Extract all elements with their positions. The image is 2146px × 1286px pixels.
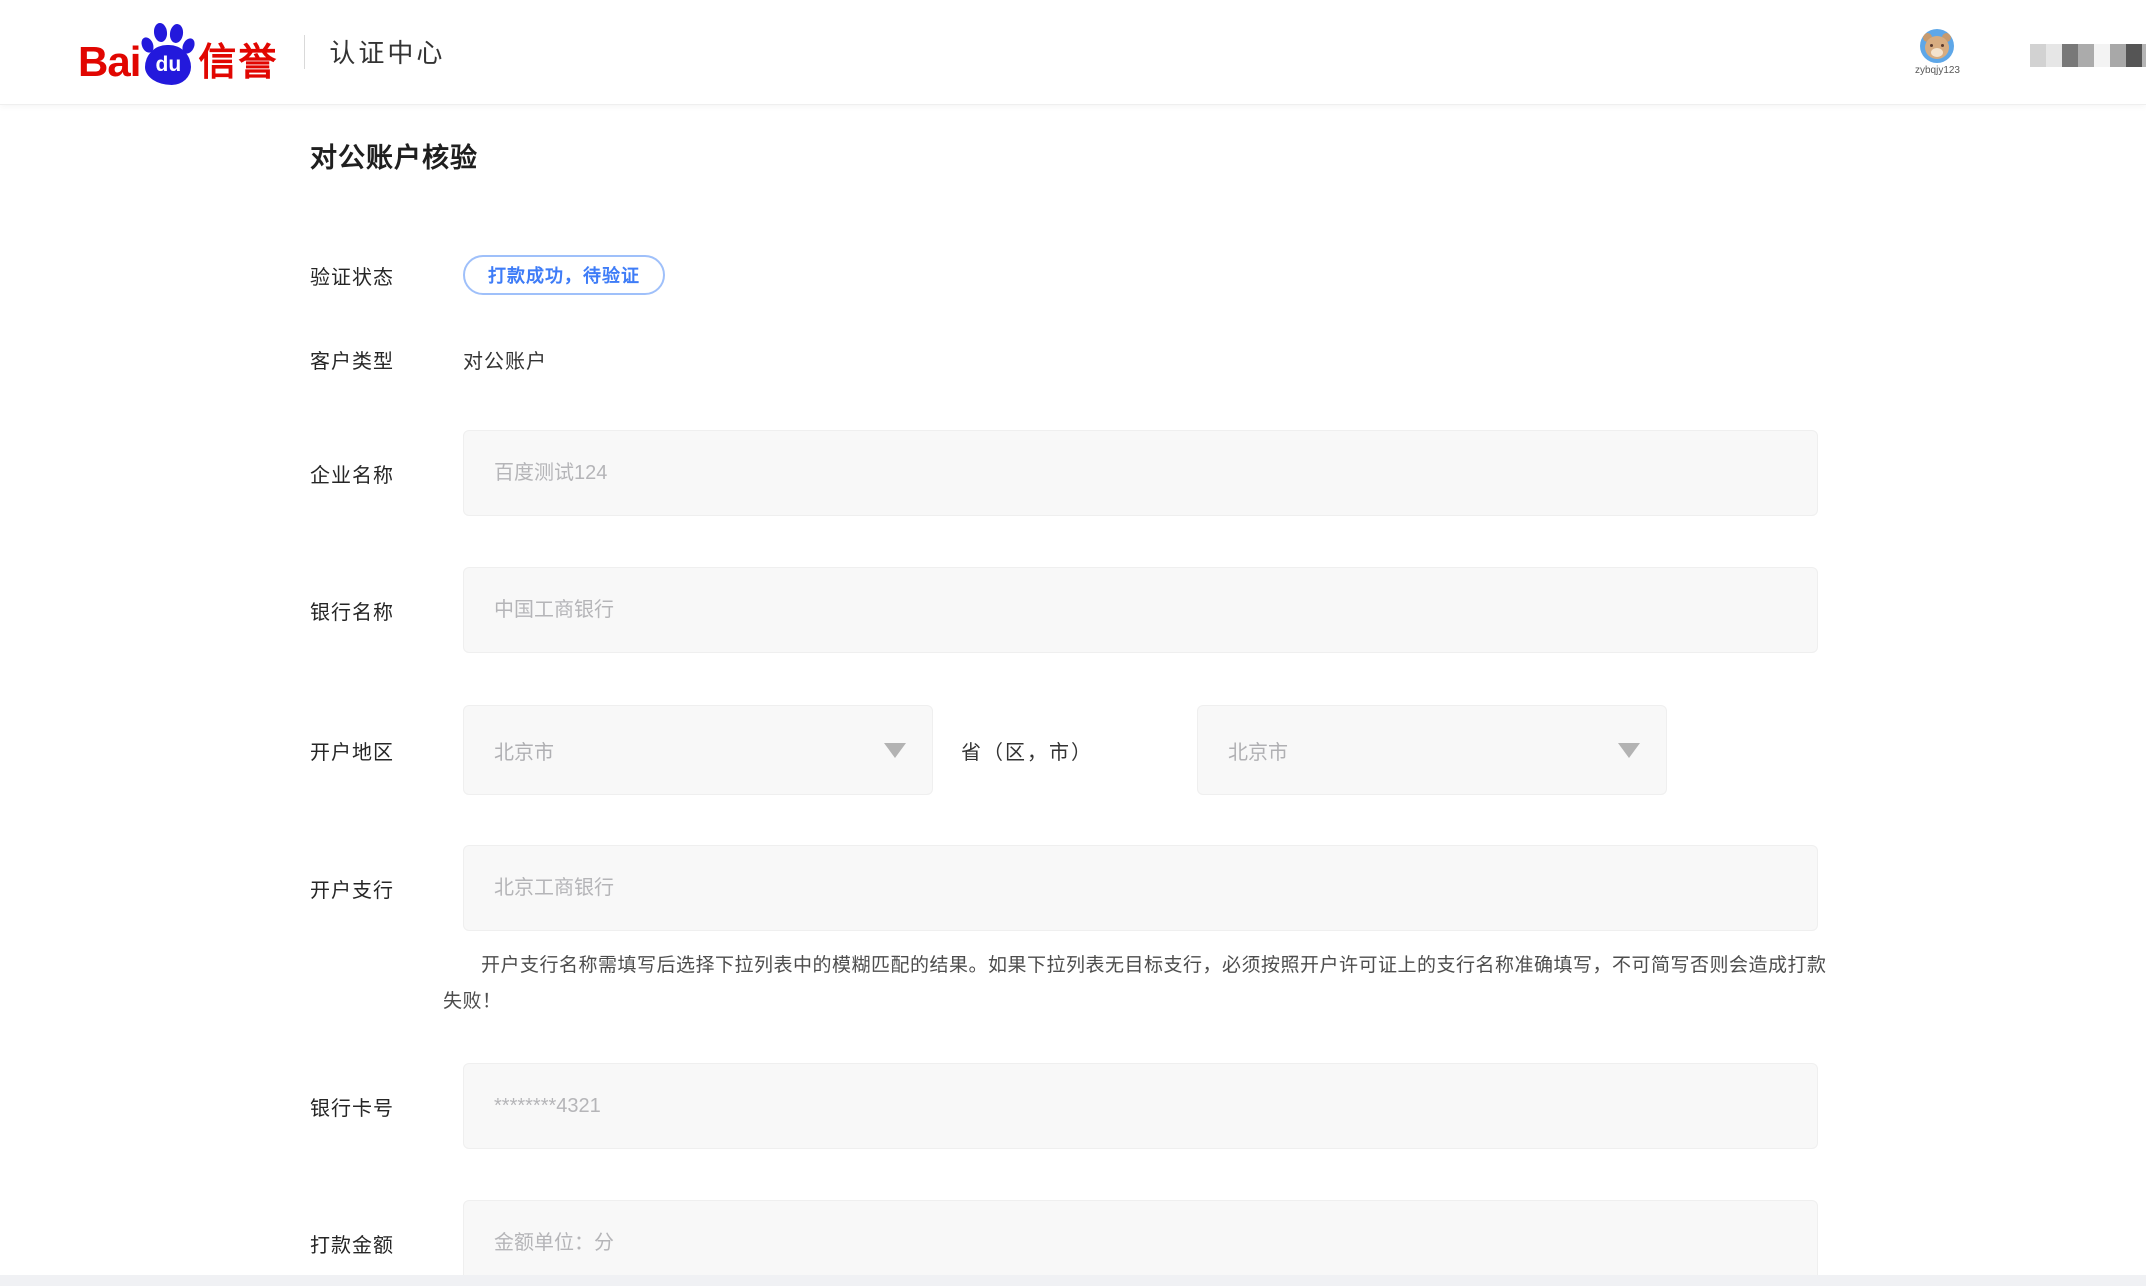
company-name-input[interactable] — [463, 430, 1818, 516]
verify-status-row: 验证状态 打款成功，待验证 — [310, 255, 2146, 295]
header: Bai du 信誉 认证中心 zybqjy123 — [0, 0, 2146, 105]
header-divider — [304, 35, 305, 69]
customer-type-value: 对公账户 — [463, 345, 547, 374]
status-badge: 打款成功，待验证 — [463, 255, 665, 295]
bank-region-label: 开户地区 — [310, 736, 463, 765]
province-select-value: 北京市 — [494, 736, 554, 765]
city-select[interactable]: 北京市 — [1197, 705, 1667, 795]
app-title: 认证中心 — [329, 33, 445, 72]
region-suffix-label: 省（区，市） — [961, 736, 1093, 765]
bank-name-label: 银行名称 — [310, 596, 463, 625]
payment-amount-row: 打款金额 — [310, 1200, 2146, 1286]
verify-status-label: 验证状态 — [310, 261, 463, 290]
payment-amount-label: 打款金额 — [310, 1229, 463, 1258]
branch-hint-text: 开户支行名称需填写后选择下拉列表中的模糊匹配的结果。如果下拉列表无目标支行，必须… — [443, 948, 1833, 1020]
card-number-label: 银行卡号 — [310, 1092, 463, 1121]
card-number-row: 银行卡号 — [310, 1063, 2146, 1149]
bank-region-row: 开户地区 北京市 省（区，市） 北京市 — [310, 705, 2146, 795]
payment-amount-input[interactable] — [463, 1200, 1818, 1286]
header-user-area: zybqjy123 — [1915, 0, 1960, 105]
city-select-value: 北京市 — [1228, 736, 1288, 765]
redacted-user-text — [2030, 44, 2146, 67]
logo-text-xinyu: 信誉 — [198, 44, 278, 85]
company-name-label: 企业名称 — [310, 459, 463, 488]
bank-name-row: 银行名称 — [310, 567, 2146, 653]
bank-name-input[interactable] — [463, 567, 1818, 653]
bank-branch-label: 开户支行 — [310, 874, 463, 903]
bear-avatar-icon[interactable] — [1920, 29, 1954, 63]
customer-type-label: 客户类型 — [310, 345, 463, 374]
logo-text-bai: Bai — [78, 41, 140, 85]
page-title: 对公账户核验 — [310, 141, 2146, 175]
username: zybqjy123 — [1915, 65, 1960, 76]
card-number-input[interactable] — [463, 1063, 1818, 1149]
customer-type-row: 客户类型 对公账户 — [310, 345, 2146, 373]
province-select[interactable]: 北京市 — [463, 705, 933, 795]
bank-branch-row: 开户支行 — [310, 845, 2146, 931]
company-name-row: 企业名称 — [310, 430, 2146, 516]
viewport-bottom-strip — [0, 1275, 2146, 1286]
chevron-down-icon — [884, 743, 906, 758]
baidu-credit-logo[interactable]: Bai du 信誉 — [78, 19, 278, 85]
baidu-paw-icon: du — [142, 19, 194, 85]
logo-text-du: du — [156, 53, 182, 77]
bank-branch-input[interactable] — [463, 845, 1818, 931]
chevron-down-icon — [1618, 743, 1640, 758]
user-avatar-block[interactable]: zybqjy123 — [1915, 29, 1960, 76]
